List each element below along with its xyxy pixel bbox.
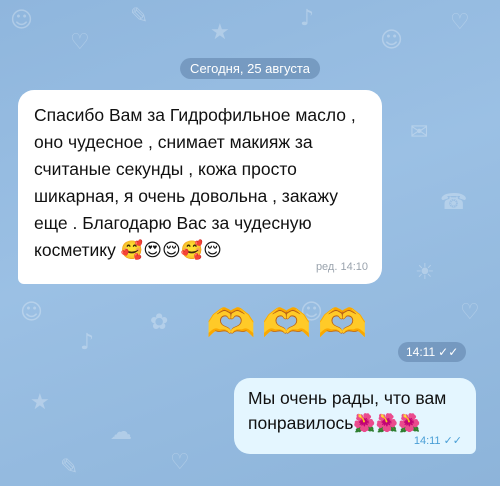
wallpaper-doodle: ♡ <box>450 10 470 35</box>
wallpaper-doodle: ☺ <box>10 8 33 33</box>
wallpaper-doodle: ☀ <box>415 260 435 285</box>
incoming-message-text: Спасибо Вам за Гидрофильное масло , оно … <box>34 105 356 260</box>
wallpaper-doodle: ☺ <box>380 28 403 53</box>
wallpaper-doodle: ♡ <box>70 30 90 55</box>
outgoing-message-emojis: 🌺🌺🌺 <box>353 413 421 434</box>
double-check-icon: ✓✓ <box>438 345 459 359</box>
sticker-message-time: 14:11 <box>406 345 436 359</box>
incoming-message-time: 14:10 <box>340 261 368 273</box>
incoming-message-meta: ред. 14:10 <box>34 260 368 274</box>
wallpaper-doodle: ♪ <box>300 6 315 31</box>
wallpaper-doodle: ☺ <box>20 300 43 325</box>
wallpaper-doodle: ☎ <box>440 190 468 215</box>
wallpaper-doodle: ♪ <box>80 330 95 355</box>
wallpaper-doodle: ✿ <box>150 310 169 335</box>
outgoing-message-meta: 14:11 ✓✓ <box>248 434 462 448</box>
outgoing-message-bubble[interactable]: Мы очень рады, что вам понравилось🌺🌺🌺 14… <box>234 378 476 454</box>
wallpaper-doodle: ★ <box>30 390 50 415</box>
wallpaper-doodle: ✎ <box>60 455 79 480</box>
wallpaper-doodle: ✎ <box>130 4 149 29</box>
edited-label: ред. <box>315 261 338 273</box>
incoming-message-emojis: 🥰😍😌🥰😌 <box>120 240 222 261</box>
wallpaper-doodle: ★ <box>210 20 230 45</box>
incoming-message-bubble[interactable]: Спасибо Вам за Гидрофильное масло , оно … <box>18 90 382 284</box>
heart-hands-sticker-message[interactable]: 🫶🫶🫶 <box>206 300 373 347</box>
sticker-time-badge: 14:11 ✓✓ <box>398 342 467 362</box>
wallpaper-doodle: ♡ <box>170 450 190 475</box>
wallpaper-doodle: ♡ <box>460 300 480 325</box>
double-check-icon: ✓✓ <box>443 434 462 447</box>
outgoing-message-time: 14:11 <box>413 435 441 447</box>
wallpaper-doodle: ☁ <box>110 420 132 445</box>
date-separator: Сегодня, 25 августа <box>180 58 320 79</box>
wallpaper-doodle: ✉ <box>410 120 429 145</box>
